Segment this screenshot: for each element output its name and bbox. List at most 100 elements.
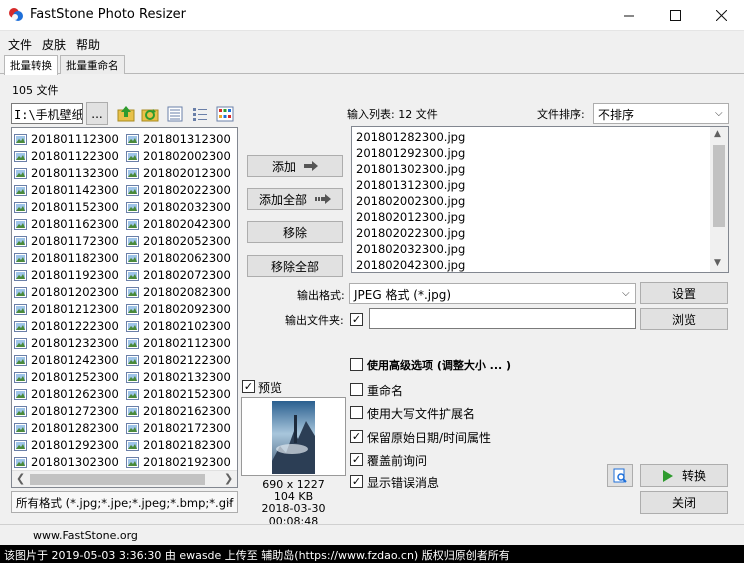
scroll-left-icon[interactable]: ❮ bbox=[16, 472, 25, 485]
list-view-icon[interactable] bbox=[166, 105, 184, 123]
source-file-item[interactable]: 201802002300 bbox=[126, 147, 231, 164]
source-file-item[interactable]: 201802092300 bbox=[126, 300, 231, 317]
preview-checkbox[interactable]: ✓ bbox=[242, 380, 255, 393]
tab-batch-rename[interactable]: 批量重命名 bbox=[60, 55, 125, 74]
website-link[interactable]: www.FastStone.org bbox=[33, 529, 138, 542]
source-file-item[interactable]: 201801182300 bbox=[14, 249, 119, 266]
source-file-item[interactable]: 201801132300 bbox=[14, 164, 119, 181]
add-button[interactable]: 添加 bbox=[247, 155, 343, 177]
input-list-item[interactable]: 201801282300.jpg bbox=[356, 129, 465, 145]
browse-folder-button[interactable]: ... bbox=[86, 102, 108, 125]
source-file-item[interactable]: 201801142300 bbox=[14, 181, 119, 198]
remove-button[interactable]: 移除 bbox=[247, 221, 343, 243]
rename-label[interactable]: 重命名 bbox=[367, 382, 403, 399]
source-horizontal-scrollbar[interactable]: ❮ ❯ bbox=[12, 470, 237, 487]
close-window-button[interactable] bbox=[698, 0, 744, 31]
source-file-item[interactable]: 201802172300 bbox=[126, 419, 231, 436]
add-all-button[interactable]: 添加全部 bbox=[247, 188, 343, 210]
show-errors-label[interactable]: 显示错误消息 bbox=[367, 474, 439, 491]
keep-datetime-label[interactable]: 保留原始日期/时间属性 bbox=[367, 429, 491, 446]
source-file-item[interactable]: 201801222300 bbox=[14, 317, 119, 334]
input-list-vertical-scrollbar[interactable]: ▲ ▼ bbox=[710, 127, 728, 272]
tab-batch-convert[interactable]: 批量转换 bbox=[4, 55, 58, 75]
thumbnail-view-icon[interactable] bbox=[216, 105, 234, 123]
source-file-item[interactable]: 201801212300 bbox=[14, 300, 119, 317]
preview-label[interactable]: 预览 bbox=[258, 379, 282, 396]
preview-output-button[interactable] bbox=[607, 464, 633, 487]
source-file-item[interactable]: 201801192300 bbox=[14, 266, 119, 283]
source-file-item[interactable]: 201802182300 bbox=[126, 436, 231, 453]
source-file-item[interactable]: 201802122300 bbox=[126, 351, 231, 368]
source-file-item[interactable]: 201802022300 bbox=[126, 181, 231, 198]
source-file-item[interactable]: 201801232300 bbox=[14, 334, 119, 351]
maximize-button[interactable] bbox=[652, 0, 698, 31]
source-file-item[interactable]: 201802152300 bbox=[126, 385, 231, 402]
uppercase-extension-label[interactable]: 使用大写文件扩展名 bbox=[367, 405, 475, 422]
folder-path-input[interactable]: I:\手机壁纸\ bbox=[11, 103, 83, 124]
close-button[interactable]: 关闭 bbox=[640, 491, 728, 514]
source-file-item[interactable]: 201801262300 bbox=[14, 385, 119, 402]
browse-output-button[interactable]: 浏览 bbox=[640, 308, 728, 330]
source-file-item[interactable]: 201802042300 bbox=[126, 215, 231, 232]
advanced-options-label[interactable]: 使用高级选项 (调整大小 ... ) bbox=[367, 357, 511, 373]
output-format-select[interactable]: JPEG 格式 (*.jpg) bbox=[349, 283, 636, 304]
source-file-item[interactable]: 201801302300 bbox=[14, 453, 119, 470]
source-file-item[interactable]: 201802082300 bbox=[126, 283, 231, 300]
refresh-folder-icon[interactable] bbox=[141, 105, 159, 123]
source-file-item[interactable]: 201802102300 bbox=[126, 317, 231, 334]
source-file-item[interactable]: 201801272300 bbox=[14, 402, 119, 419]
keep-datetime-checkbox[interactable]: ✓ bbox=[350, 430, 363, 443]
input-list-item[interactable]: 201802002300.jpg bbox=[356, 193, 465, 209]
menu-skin[interactable]: 皮肤 bbox=[40, 34, 74, 54]
source-file-item[interactable]: 201802052300 bbox=[126, 232, 231, 249]
source-file-item[interactable]: 201801122300 bbox=[14, 147, 119, 164]
source-file-item[interactable]: 201802062300 bbox=[126, 249, 231, 266]
source-file-item[interactable]: 201801152300 bbox=[14, 198, 119, 215]
source-file-item[interactable]: 201801112300 bbox=[14, 130, 119, 147]
scroll-right-icon[interactable]: ❯ bbox=[224, 472, 233, 485]
show-errors-checkbox[interactable]: ✓ bbox=[350, 475, 363, 488]
input-list-item[interactable]: 201801312300.jpg bbox=[356, 177, 465, 193]
output-folder-checkbox[interactable]: ✓ bbox=[350, 313, 363, 326]
remove-all-button[interactable]: 移除全部 bbox=[247, 255, 343, 277]
folder-up-icon[interactable] bbox=[117, 105, 135, 123]
source-file-item[interactable]: 201802112300 bbox=[126, 334, 231, 351]
source-file-item[interactable]: 201802032300 bbox=[126, 198, 231, 215]
settings-button[interactable]: 设置 bbox=[640, 282, 728, 304]
source-file-item[interactable]: 201801172300 bbox=[14, 232, 119, 249]
scroll-up-icon[interactable]: ▲ bbox=[714, 129, 721, 139]
rename-checkbox[interactable] bbox=[350, 383, 363, 396]
scrollbar-thumb[interactable] bbox=[30, 474, 205, 485]
input-list-item[interactable]: 201801292300.jpg bbox=[356, 145, 465, 161]
overwrite-prompt-checkbox[interactable]: ✓ bbox=[350, 453, 363, 466]
source-file-list[interactable]: 201801112300 201801122300 201801132300 2018… bbox=[11, 127, 238, 488]
menu-help[interactable]: 帮助 bbox=[74, 34, 108, 54]
source-file-item[interactable]: 201802072300 bbox=[126, 266, 231, 283]
uppercase-extension-checkbox[interactable] bbox=[350, 406, 363, 419]
input-list-item[interactable]: 201802042300.jpg bbox=[356, 257, 465, 273]
source-file-item[interactable]: 201801202300 bbox=[14, 283, 119, 300]
details-view-icon[interactable] bbox=[191, 105, 209, 123]
input-list-item[interactable]: 201802012300.jpg bbox=[356, 209, 465, 225]
output-folder-input[interactable] bbox=[369, 308, 636, 329]
source-file-item[interactable]: 201802012300 bbox=[126, 164, 231, 181]
convert-button[interactable]: 转换 bbox=[640, 464, 728, 487]
source-file-item[interactable]: 201802162300 bbox=[126, 402, 231, 419]
input-list-item[interactable]: 201801302300.jpg bbox=[356, 161, 465, 177]
file-type-filter-select[interactable]: 所有格式 (*.jpg;*.jpe;*.jpeg;*.bmp;*.gif bbox=[11, 491, 238, 513]
input-list-item[interactable]: 201802032300.jpg bbox=[356, 241, 465, 257]
source-file-item[interactable]: 201801282300 bbox=[14, 419, 119, 436]
source-file-item[interactable]: 201801312300 bbox=[126, 130, 231, 147]
source-file-item[interactable]: 201802132300 bbox=[126, 368, 231, 385]
advanced-options-checkbox[interactable] bbox=[350, 358, 363, 371]
source-file-item[interactable]: 201802192300 bbox=[126, 453, 231, 470]
input-list-item[interactable]: 201802022300.jpg bbox=[356, 225, 465, 241]
source-file-item[interactable]: 201801292300 bbox=[14, 436, 119, 453]
source-file-item[interactable]: 201801162300 bbox=[14, 215, 119, 232]
minimize-button[interactable] bbox=[606, 0, 652, 31]
scroll-down-icon[interactable]: ▼ bbox=[714, 258, 721, 268]
sort-order-select[interactable]: 不排序 bbox=[593, 103, 729, 124]
source-file-item[interactable]: 201801252300 bbox=[14, 368, 119, 385]
scrollbar-thumb[interactable] bbox=[713, 145, 725, 227]
overwrite-prompt-label[interactable]: 覆盖前询问 bbox=[367, 452, 427, 469]
